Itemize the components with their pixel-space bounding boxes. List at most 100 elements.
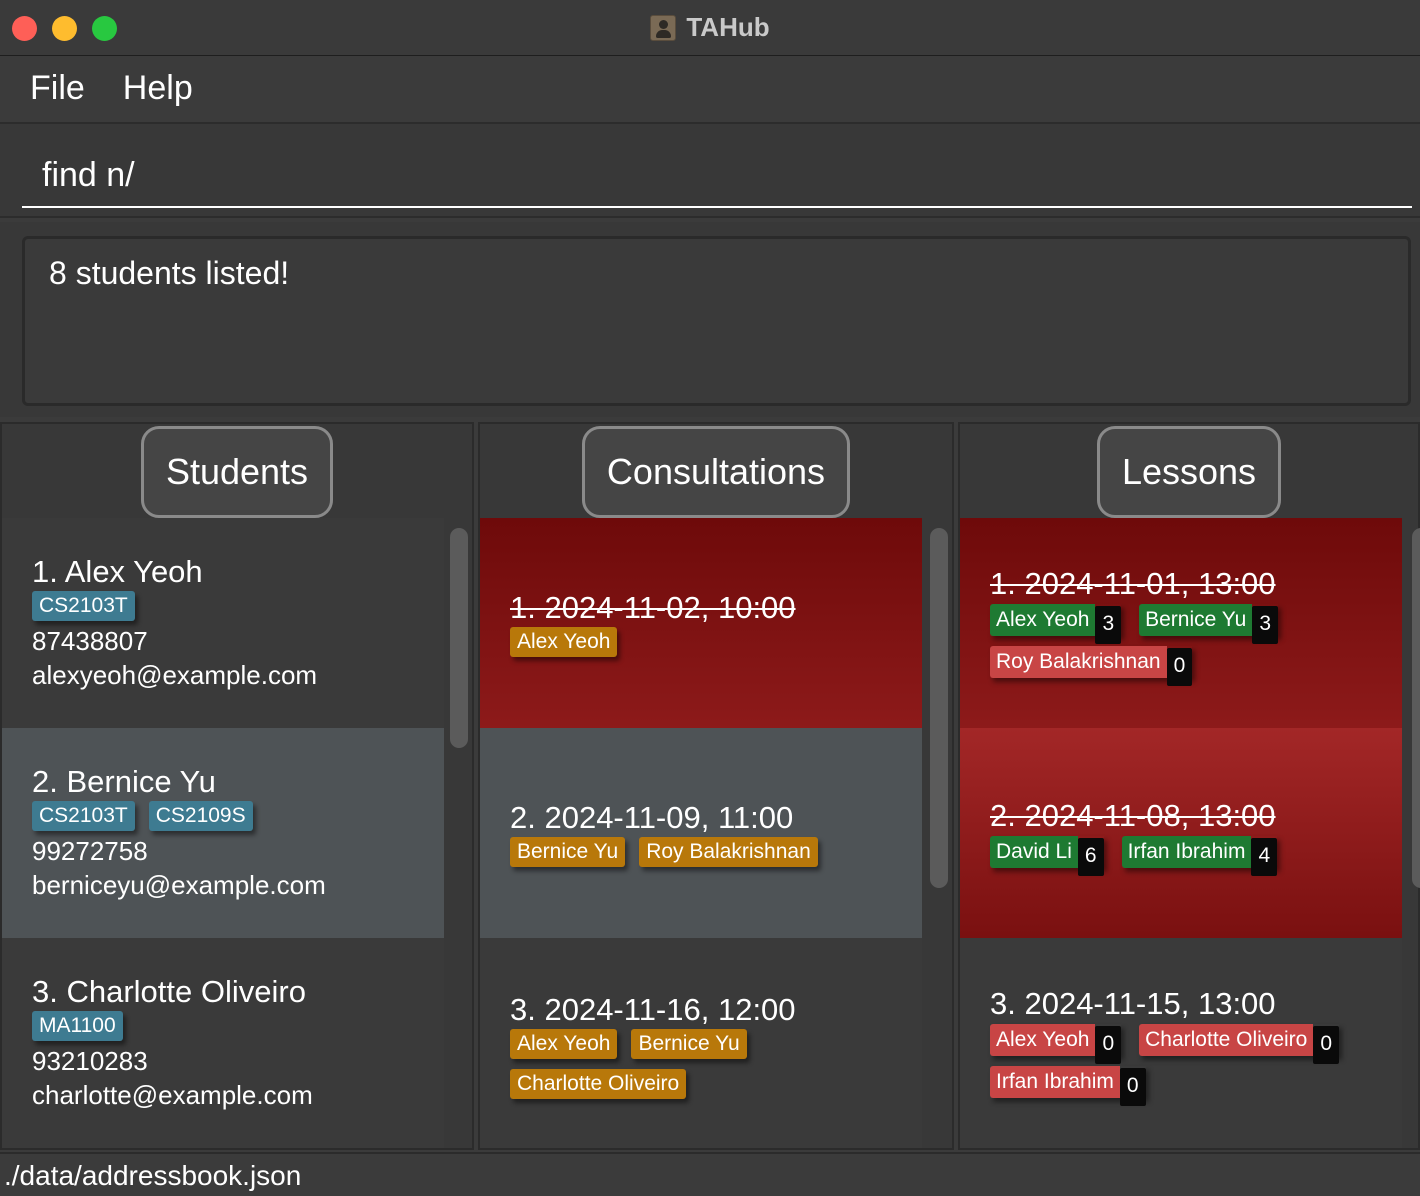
menu-help[interactable]: Help	[123, 69, 193, 108]
consultation-list[interactable]: 1. 2024-11-02, 10:00 Alex Yeoh 2. 2024-1…	[480, 518, 922, 1150]
participation-count: 4	[1251, 838, 1278, 876]
menu-file[interactable]: File	[30, 69, 85, 108]
student-email: alexyeoh@example.com	[32, 660, 318, 690]
participation-count: 0	[1313, 1026, 1340, 1064]
lesson-card[interactable]: 3. 2024-11-15, 13:00 Alex Yeoh 0 Charlot…	[960, 938, 1402, 1148]
students-scrollbar-thumb[interactable]	[450, 528, 468, 748]
attendee-chip: David Li 6	[990, 836, 1104, 876]
menu-bar: File Help	[0, 56, 1420, 120]
participation-count: 0	[1095, 1026, 1122, 1064]
attendee-chip: Roy Balakrishnan 0	[990, 646, 1193, 686]
consultations-tab-button[interactable]: Consultations	[581, 426, 851, 518]
lesson-attendees: Alex Yeoh 3 Bernice Yu 3 Roy Balakrishna…	[990, 604, 1390, 686]
students-panel: Students 1. Alex Yeoh CS2103T 87438807 a…	[0, 422, 474, 1150]
student-card[interactable]: 2. Bernice Yu CS2103T CS2109S 99272758 b…	[2, 728, 444, 938]
consultation-students: Bernice Yu Roy Balakrishnan	[510, 837, 922, 867]
consultations-panel: Consultations 1. 2024-11-02, 10:00 Alex …	[478, 422, 954, 1150]
window-title-group: TAHub	[650, 12, 770, 43]
attendee-chip: Alex Yeoh 3	[990, 604, 1122, 644]
attendee-name: Irfan Ibrahim	[1121, 836, 1252, 868]
consultation-student-tag: Alex Yeoh	[510, 627, 618, 657]
lesson-card[interactable]: 1. 2024-11-01, 13:00 Alex Yeoh 3 Bernice…	[960, 518, 1402, 728]
student-email: charlotte@example.com	[32, 1080, 313, 1110]
students-scrollbar[interactable]	[446, 518, 468, 1150]
close-window-button[interactable]	[12, 16, 37, 41]
student-name: 1. Alex Yeoh	[32, 554, 203, 589]
module-tag: CS2109S	[148, 801, 253, 831]
attendee-name: Charlotte Oliveiro	[1139, 1024, 1314, 1056]
consultation-student-tag: Bernice Yu	[510, 837, 626, 867]
lesson-card[interactable]: 2. 2024-11-08, 13:00 David Li 6 Irfan Ib…	[960, 728, 1402, 938]
lessons-header: Lessons	[960, 426, 1418, 518]
result-display-pane: 8 students listed!	[0, 222, 1420, 417]
consultations-scrollbar-thumb[interactable]	[930, 528, 948, 888]
module-tag: CS2103T	[32, 591, 135, 621]
lessons-tab-button[interactable]: Lessons	[1096, 426, 1282, 518]
lessons-scrollbar-thumb[interactable]	[1412, 528, 1420, 888]
module-tag: MA1100	[32, 1011, 123, 1041]
consultation-students: Alex Yeoh Bernice Yu Charlotte Oliveiro	[510, 1029, 890, 1099]
attendee-name: Alex Yeoh	[990, 604, 1096, 636]
attendee-chip: Irfan Ibrahim 0	[990, 1066, 1146, 1106]
attendee-name: Bernice Yu	[1139, 604, 1253, 636]
module-tags: MA1100	[32, 1011, 444, 1041]
consultation-card[interactable]: 2. 2024-11-09, 11:00 Bernice Yu Roy Bala…	[480, 728, 922, 938]
student-name: 2. Bernice Yu	[32, 764, 216, 799]
student-email: berniceyu@example.com	[32, 870, 326, 900]
command-box	[0, 122, 1420, 218]
window-controls	[12, 16, 117, 41]
consultation-student-tag: Roy Balakrishnan	[639, 837, 818, 867]
module-tags: CS2103T	[32, 591, 444, 621]
participation-count: 0	[1119, 1068, 1146, 1106]
consultation-student-tag: Bernice Yu	[631, 1029, 747, 1059]
attendee-name: Irfan Ibrahim	[990, 1066, 1120, 1098]
minimize-window-button[interactable]	[52, 16, 77, 41]
attendee-chip: Bernice Yu 3	[1139, 604, 1278, 644]
lesson-attendees: Alex Yeoh 0 Charlotte Oliveiro 0 Irfan I…	[990, 1024, 1390, 1106]
student-phone: 87438807	[32, 626, 148, 656]
students-tab-button[interactable]: Students	[140, 426, 334, 518]
consultation-card[interactable]: 1. 2024-11-02, 10:00 Alex Yeoh	[480, 518, 922, 728]
student-phone: 93210283	[32, 1046, 148, 1076]
participation-count: 3	[1252, 606, 1278, 644]
result-display: 8 students listed!	[22, 236, 1411, 406]
student-card[interactable]: 3. Charlotte Oliveiro MA1100 93210283 ch…	[2, 938, 444, 1148]
consultation-date: 1. 2024-11-02, 10:00	[510, 590, 796, 625]
zoom-window-button[interactable]	[92, 16, 117, 41]
module-tags: CS2103T CS2109S	[32, 801, 444, 831]
lesson-date: 1. 2024-11-01, 13:00	[990, 566, 1276, 601]
lesson-date: 2. 2024-11-08, 13:00	[990, 798, 1276, 833]
consultations-header: Consultations	[480, 426, 952, 518]
consultation-student-tag: Charlotte Oliveiro	[510, 1069, 687, 1099]
lesson-attendees: David Li 6 Irfan Ibrahim 4	[990, 836, 1390, 876]
student-phone: 99272758	[32, 836, 148, 866]
attendee-chip: Alex Yeoh 0	[990, 1024, 1122, 1064]
consultation-card[interactable]: 3. 2024-11-16, 12:00 Alex Yeoh Bernice Y…	[480, 938, 922, 1148]
consultation-student-tag: Alex Yeoh	[510, 1029, 618, 1059]
attendee-chip: Irfan Ibrahim 4	[1121, 836, 1278, 876]
student-card[interactable]: 1. Alex Yeoh CS2103T 87438807 alexyeoh@e…	[2, 518, 444, 728]
participation-count: 6	[1077, 838, 1104, 876]
participation-count: 0	[1166, 648, 1193, 686]
attendee-chip: Charlotte Oliveiro 0	[1139, 1024, 1340, 1064]
participation-count: 3	[1095, 606, 1122, 644]
student-list[interactable]: 1. Alex Yeoh CS2103T 87438807 alexyeoh@e…	[2, 518, 444, 1150]
lesson-list[interactable]: 1. 2024-11-01, 13:00 Alex Yeoh 3 Bernice…	[960, 518, 1402, 1150]
lessons-panel: Lessons 1. 2024-11-01, 13:00 Alex Yeoh 3…	[958, 422, 1420, 1150]
attendee-name: Roy Balakrishnan	[990, 646, 1167, 678]
lesson-date: 3. 2024-11-15, 13:00	[990, 986, 1276, 1021]
consultations-scrollbar[interactable]	[926, 518, 948, 1150]
consultation-date: 3. 2024-11-16, 12:00	[510, 992, 796, 1027]
app-icon	[650, 14, 677, 41]
title-bar: TAHub	[0, 0, 1420, 56]
consultation-date: 2. 2024-11-09, 11:00	[510, 800, 794, 835]
consultation-students: Alex Yeoh	[510, 627, 922, 657]
command-input[interactable]	[22, 144, 1412, 208]
status-bar-file-path: ./data/addressbook.json	[0, 1152, 1420, 1196]
lessons-scrollbar[interactable]	[1408, 518, 1420, 1150]
students-header: Students	[2, 426, 472, 518]
attendee-name: Alex Yeoh	[990, 1024, 1096, 1056]
app-window: TAHub File Help 8 students listed! Stude…	[0, 0, 1420, 1196]
student-name: 3. Charlotte Oliveiro	[32, 974, 306, 1009]
window-title: TAHub	[686, 12, 770, 42]
